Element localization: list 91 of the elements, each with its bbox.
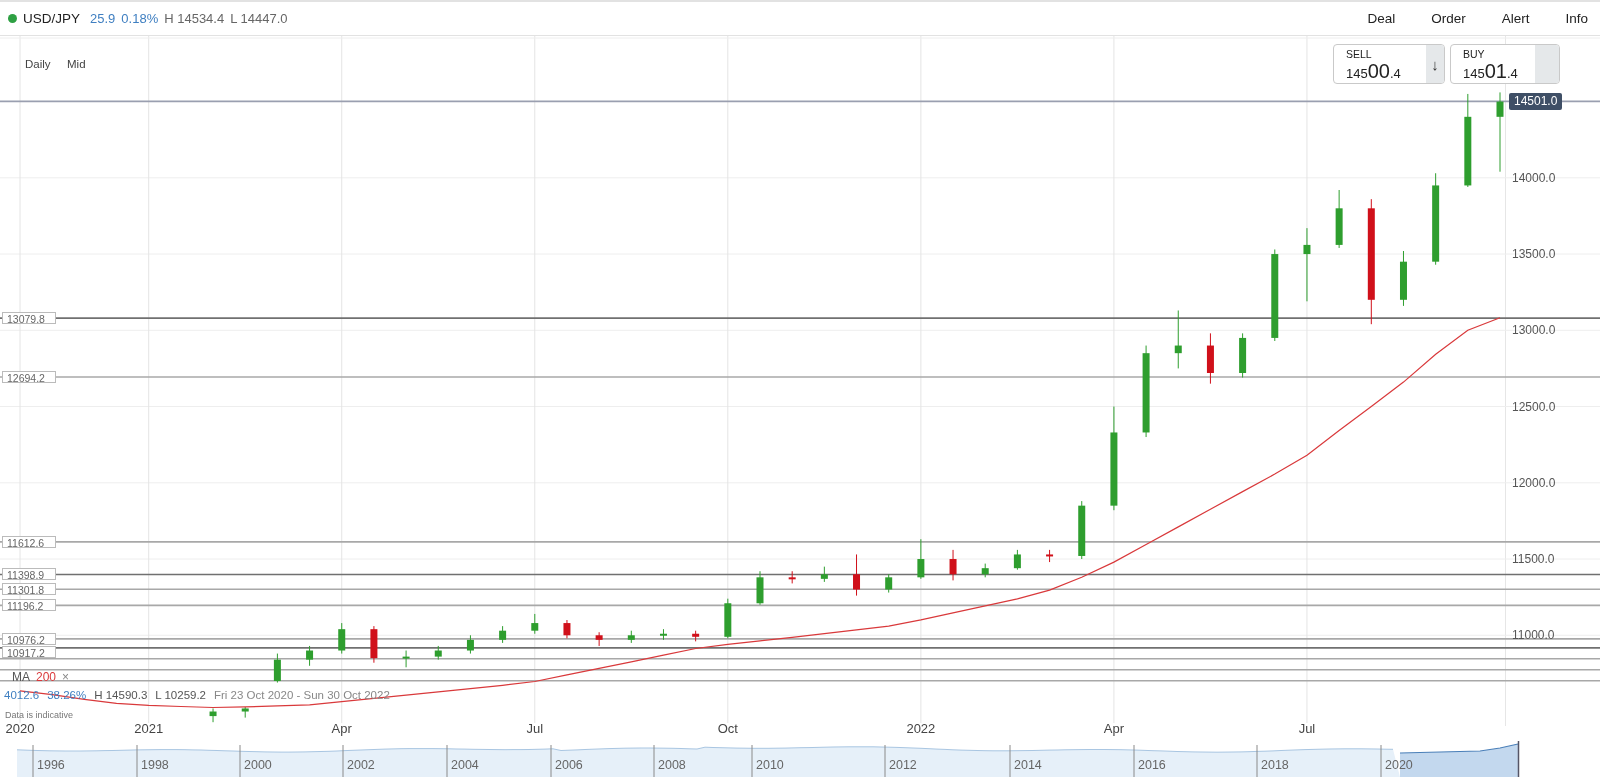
candle: [209, 707, 217, 723]
year-label: 2014: [1014, 758, 1042, 772]
candle: [499, 625, 507, 644]
level-label: 11612.6: [2, 535, 56, 548]
axis-label: Apr: [331, 721, 352, 736]
year-label: 2010: [756, 758, 784, 772]
candle: [820, 566, 828, 583]
candle: [338, 622, 346, 655]
menu-link[interactable]: Alert: [1479, 11, 1544, 26]
current-price-label: 14501.0: [1509, 92, 1563, 110]
candle: [563, 619, 571, 639]
axis-label: Jul: [526, 721, 544, 736]
indicator-period: 200: [36, 669, 57, 684]
candle: [949, 549, 957, 581]
axis-label: 12000.0: [1512, 475, 1556, 490]
candle: [917, 538, 925, 580]
year-label: 2016: [1138, 758, 1166, 772]
year-label: 1996: [37, 758, 65, 772]
candle: [1239, 332, 1247, 379]
candle: [531, 613, 539, 635]
candle: [1078, 500, 1086, 560]
day-low: L 14447.0: [230, 11, 288, 26]
candle: [756, 570, 764, 606]
candle: [273, 653, 281, 684]
sell-button[interactable]: SELL 14500.4 ↓: [1333, 44, 1445, 84]
percent-change: 0.18%: [121, 11, 159, 26]
candle: [370, 625, 378, 664]
year-label: 2006: [555, 758, 583, 772]
indicator-name: MA: [12, 669, 30, 684]
price-change: 25.9: [90, 11, 116, 26]
year-label: 2020: [1385, 758, 1413, 772]
year-label: 2008: [658, 758, 686, 772]
candle: [466, 634, 474, 655]
period-high: H 14590.3: [94, 688, 148, 701]
candle: [981, 563, 989, 578]
level-label: 11301.8: [2, 583, 56, 596]
instrument-name: USD/JPY: [23, 11, 80, 26]
candle: [1335, 189, 1343, 249]
candle: [1013, 549, 1021, 571]
year-label: 2000: [244, 758, 272, 772]
interval-selector[interactable]: Daily: [25, 58, 51, 70]
candle: [885, 573, 893, 594]
axis-label: Apr: [1103, 721, 1125, 736]
disclaimer-text: Data is indicative: [5, 710, 74, 720]
year-label: 2012: [889, 758, 917, 772]
candle: [1046, 549, 1054, 563]
axis-label: 13500.0: [1512, 247, 1556, 262]
axis-label: 2022: [906, 721, 936, 736]
axis-label: Oct: [717, 721, 738, 736]
candle: [1206, 332, 1214, 385]
period-change: 4012.6: [4, 688, 40, 701]
year-label: 2018: [1261, 758, 1289, 772]
axis-label: 11500.0: [1512, 552, 1555, 567]
axis-label: 12500.0: [1512, 399, 1556, 414]
candle: [853, 553, 860, 597]
level-label: 13079.8: [2, 312, 56, 325]
candle: [595, 631, 603, 647]
menu-link[interactable]: Deal: [1345, 11, 1410, 26]
axis-label: 14000.0: [1512, 170, 1556, 185]
price-type-selector[interactable]: Mid: [67, 58, 86, 70]
level-label: 11196.2: [2, 599, 56, 612]
candle: [788, 570, 796, 584]
candle: [434, 645, 442, 661]
candle: [692, 630, 700, 642]
day-high: H 14534.4: [164, 11, 225, 26]
level-label: 12694.2: [2, 370, 56, 383]
axis-label: 2021: [134, 721, 164, 736]
year-label: 1998: [141, 758, 169, 772]
candle: [241, 706, 249, 719]
period-low: L 10259.2: [155, 688, 206, 701]
candle: [627, 630, 635, 644]
menu-link[interactable]: Info: [1543, 11, 1600, 26]
candle: [1174, 310, 1182, 369]
remove-indicator-button[interactable]: ×: [62, 669, 70, 684]
menu-link[interactable]: Order: [1409, 11, 1480, 26]
axis-label: 11000.0: [1512, 628, 1555, 643]
year-label: 2002: [347, 758, 375, 772]
year-label: 2004: [451, 758, 479, 772]
level-label: 11398.9: [2, 568, 56, 581]
buy-button[interactable]: BUY 14501.4: [1450, 44, 1560, 84]
candle: [402, 650, 410, 668]
axis-label: Jul: [1298, 721, 1316, 736]
status-dot: [8, 14, 17, 23]
level-label: 10976.2: [2, 632, 56, 645]
candle: [306, 645, 314, 667]
candle: [724, 598, 732, 639]
axis-label: 13000.0: [1512, 323, 1556, 338]
candle: [1400, 250, 1407, 307]
level-label: 10917.2: [2, 645, 56, 658]
axis-label: 2020: [5, 721, 35, 736]
candle: [660, 628, 667, 641]
